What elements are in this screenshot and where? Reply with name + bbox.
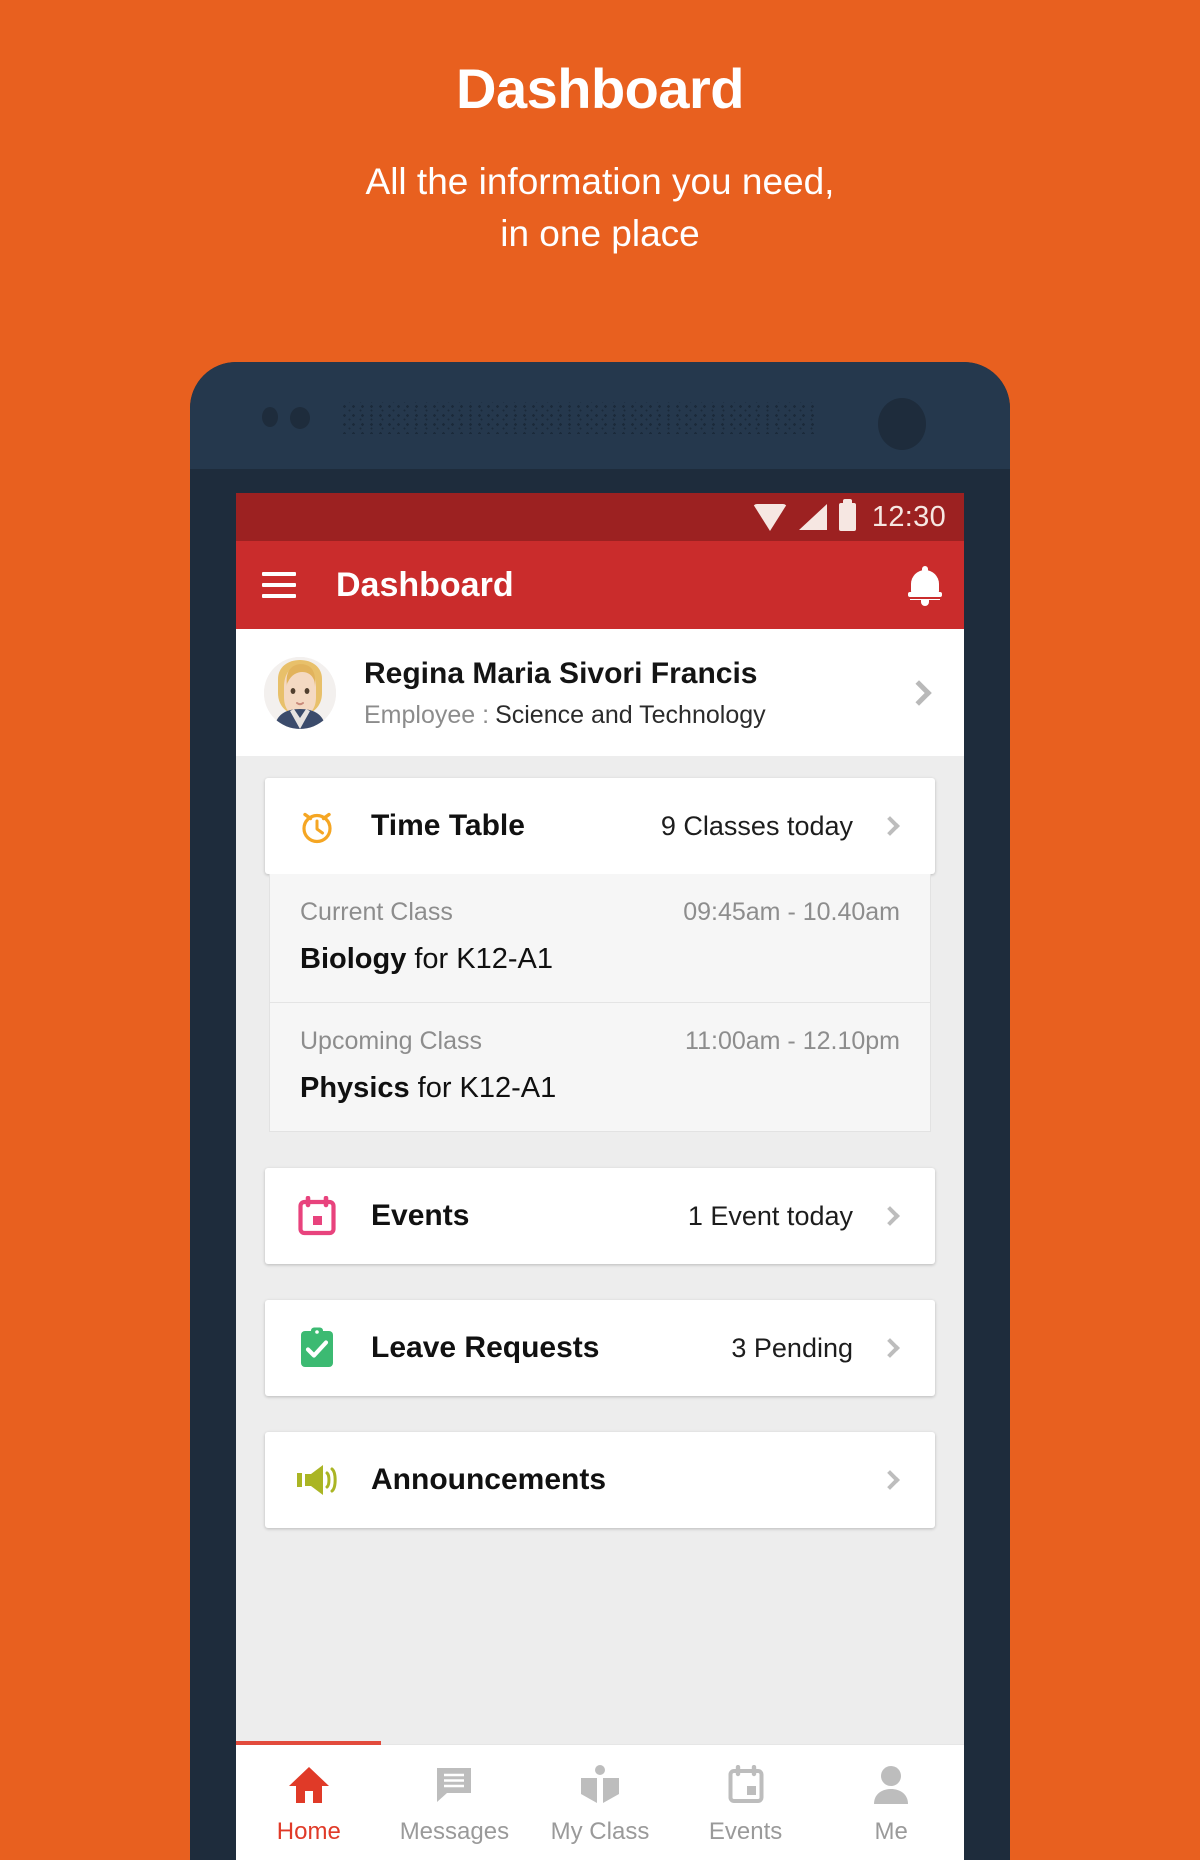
card-announcements[interactable]: Announcements [265, 1432, 935, 1528]
hamburger-menu-icon[interactable] [262, 572, 296, 598]
card-leave-requests-meta: 3 Pending [731, 1332, 853, 1363]
message-icon [435, 1762, 473, 1808]
battery-icon [838, 499, 856, 531]
nav-item-myclass-label: My Class [550, 1817, 650, 1845]
nav-item-events-label: Events [708, 1817, 783, 1845]
card-announcements-label: Announcements [371, 1463, 607, 1496]
bottom-navigation: Home Messages My Class Events Me [236, 1741, 964, 1860]
class-group: for K12-A1 [417, 1072, 557, 1104]
signal-icon [798, 504, 827, 530]
phone-screen: 12:30 Dashboard Regina Maria Sivori Fran… [236, 493, 964, 1860]
phone-mockup: 12:30 Dashboard Regina Maria Sivori Fran… [190, 362, 1010, 1860]
class-kind: Upcoming Class [300, 1027, 483, 1055]
nav-item-home-label: Home [276, 1817, 341, 1845]
class-row-upcoming[interactable]: Upcoming Class 11:00am - 12.10pm Physics… [270, 1002, 930, 1131]
speaker-grille-icon [340, 402, 820, 434]
card-timetable-label: Time Table [371, 809, 525, 842]
class-row-header: Upcoming Class 11:00am - 12.10pm [300, 1027, 900, 1056]
nav-item-me[interactable]: Me [818, 1745, 964, 1860]
nav-item-home[interactable]: Home [236, 1745, 382, 1860]
megaphone-icon [295, 1458, 339, 1502]
status-bar: 12:30 [236, 493, 964, 541]
avatar [264, 656, 336, 729]
card-events[interactable]: Events 1 Event today [265, 1168, 935, 1264]
profile-role-label: Employee : [364, 700, 490, 729]
dashboard-content: Time Table 9 Classes today Current Class… [236, 756, 964, 1744]
phone-top-bezel [190, 362, 1010, 469]
promo-header: Dashboard All the information you need, … [0, 0, 1200, 261]
class-kind: Current Class [300, 898, 453, 926]
person-icon [873, 1762, 909, 1808]
nav-item-me-label: Me [874, 1817, 908, 1845]
class-time: 09:45am - 10.40am [683, 898, 900, 926]
class-group: for K12-A1 [414, 943, 553, 975]
card-events-label: Events [371, 1199, 470, 1232]
app-bar: Dashboard [236, 541, 964, 629]
promo-subtitle: All the information you need, in one pla… [0, 156, 1200, 261]
profile-role: Employee : Science and Technology [364, 700, 910, 730]
class-name: Biology for K12-A1 [300, 943, 900, 976]
class-subject: Physics [300, 1072, 410, 1104]
nav-item-messages-label: Messages [399, 1817, 510, 1845]
card-events-meta: 1 Event today [687, 1200, 853, 1231]
nav-item-messages[interactable]: Messages [382, 1745, 528, 1860]
profile-department: Science and Technology [495, 700, 766, 729]
calendar-icon [295, 1194, 339, 1238]
alarm-clock-icon [295, 804, 339, 848]
profile-text: Regina Maria Sivori Francis Employee : Sc… [364, 656, 910, 730]
profile-name: Regina Maria Sivori Francis [364, 656, 758, 690]
sensor-dots-icon [262, 407, 310, 429]
front-camera-icon [878, 398, 926, 450]
chevron-right-icon [906, 679, 932, 706]
bell-icon[interactable] [908, 566, 942, 606]
app-bar-title: Dashboard [336, 565, 514, 604]
page-title: Dashboard [456, 57, 745, 120]
promo-subtitle-line-1: All the information you need, [365, 160, 835, 202]
class-time: 11:00am - 12.10pm [685, 1027, 900, 1055]
card-leave-requests[interactable]: Leave Requests 3 Pending [265, 1300, 935, 1396]
phone-inner-bezel [190, 469, 1010, 493]
status-bar-clock: 12:30 [871, 500, 946, 533]
promo-subtitle-line-2: in one place [500, 213, 700, 255]
card-timetable-meta: 9 Classes today [660, 810, 853, 841]
class-subject: Biology [300, 943, 407, 975]
book-icon [579, 1762, 621, 1808]
calendar-icon [728, 1762, 764, 1808]
class-row-current[interactable]: Current Class 09:45am - 10.40am Biology f… [270, 874, 930, 1002]
class-name: Physics for K12-A1 [300, 1072, 900, 1105]
nav-item-myclass[interactable]: My Class [527, 1745, 673, 1860]
chevron-right-icon [880, 816, 900, 836]
nav-item-events[interactable]: Events [673, 1745, 819, 1860]
card-timetable[interactable]: Time Table 9 Classes today [265, 778, 935, 874]
wifi-icon [752, 503, 787, 531]
profile-row[interactable]: Regina Maria Sivori Francis Employee : Sc… [236, 629, 964, 756]
chevron-right-icon [880, 1206, 900, 1226]
timetable-class-list: Current Class 09:45am - 10.40am Biology f… [269, 874, 931, 1132]
class-row-header: Current Class 09:45am - 10.40am [300, 898, 900, 927]
home-icon [288, 1762, 330, 1808]
clipboard-check-icon [295, 1326, 339, 1370]
chevron-right-icon [880, 1470, 900, 1490]
card-leave-requests-label: Leave Requests [371, 1331, 600, 1364]
chevron-right-icon [880, 1338, 900, 1358]
